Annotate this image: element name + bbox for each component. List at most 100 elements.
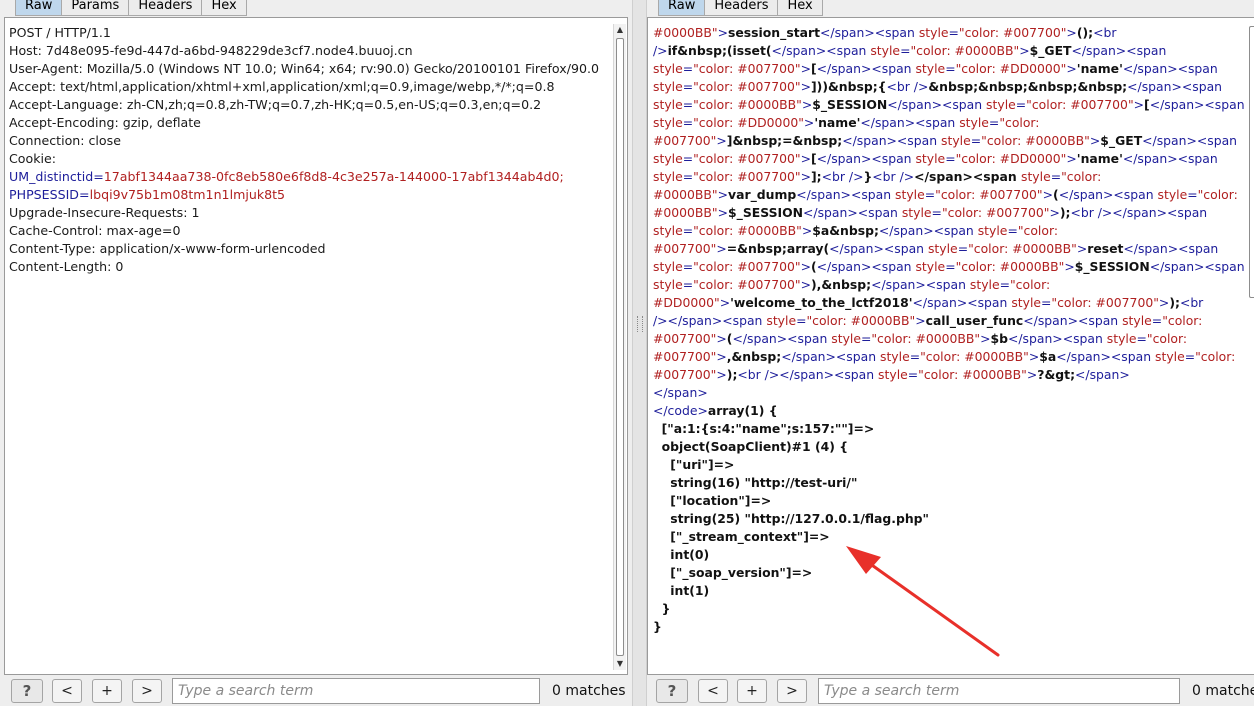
response-token: style bbox=[653, 259, 683, 274]
response-token: </span><span bbox=[820, 25, 919, 40]
scroll-down-icon[interactable]: ▼ bbox=[615, 659, 625, 669]
response-line: int(1) bbox=[653, 582, 1252, 600]
response-token: "color: #0000BB" bbox=[693, 223, 802, 238]
response-token: 'name' bbox=[814, 115, 861, 130]
response-token: style bbox=[879, 349, 910, 364]
response-line: #0000BB">var_dump</span><span style="col… bbox=[653, 186, 1252, 204]
response-token: $a bbox=[1039, 349, 1057, 364]
add-button[interactable]: + bbox=[92, 679, 122, 703]
response-token: "color: bbox=[1017, 223, 1058, 238]
scrollbar-thumb[interactable] bbox=[616, 38, 624, 656]
response-line: #007700">=&nbsp;array(</span><span style… bbox=[653, 240, 1252, 258]
response-token: style bbox=[959, 115, 989, 130]
response-line: style="color: #007700">),&nbsp;</span><s… bbox=[653, 276, 1252, 294]
response-line: style="color: #007700">]))&nbsp;{<br />&… bbox=[653, 78, 1252, 96]
request-pane: Raw Params Headers Hex POST / HTTP/1.1 Host:… bbox=[0, 0, 632, 706]
response-token: > bbox=[1049, 205, 1060, 220]
search-input[interactable] bbox=[172, 678, 540, 704]
request-scrollbar[interactable]: ▲ ▼ bbox=[613, 24, 626, 670]
tab-headers[interactable]: Headers bbox=[704, 0, 779, 16]
response-token: > bbox=[716, 133, 727, 148]
previous-match-button[interactable]: < bbox=[52, 679, 82, 703]
tab-params[interactable]: Params bbox=[61, 0, 130, 16]
response-token: 'name' bbox=[1076, 151, 1123, 166]
response-token: "color: bbox=[1061, 169, 1102, 184]
response-token: </span><span bbox=[1023, 313, 1123, 328]
pane-splitter[interactable] bbox=[632, 0, 647, 706]
cookie-name: UM_distinctid bbox=[9, 169, 94, 184]
response-token: var_dump bbox=[728, 187, 797, 202]
response-token: = bbox=[1041, 295, 1052, 310]
add-button[interactable]: + bbox=[737, 679, 767, 703]
response-token: </span><span bbox=[871, 277, 970, 292]
request-editor[interactable]: POST / HTTP/1.1 Host: 7d48e095-fe9d-447d-… bbox=[4, 17, 628, 675]
previous-match-button[interactable]: < bbox=[698, 679, 728, 703]
request-line: Content-Length: 0 bbox=[9, 259, 124, 274]
response-token: ,&nbsp; bbox=[726, 349, 782, 364]
response-token: "color: #007700" bbox=[1026, 97, 1134, 112]
help-button[interactable]: ? bbox=[11, 679, 43, 703]
response-token: "color: #0000BB" bbox=[910, 43, 1020, 58]
response-token: $_SESSION bbox=[812, 97, 888, 112]
response-token: ); bbox=[726, 367, 738, 382]
response-token: </span><span bbox=[816, 61, 916, 76]
tab-raw[interactable]: Raw bbox=[15, 0, 63, 16]
response-token: </span><span bbox=[1142, 133, 1238, 148]
response-token: "color: bbox=[1162, 313, 1203, 328]
response-token: if&nbsp;(isset( bbox=[667, 43, 772, 58]
request-line: Cookie: bbox=[9, 151, 56, 166]
response-line: #007700">);<br /></span><span style="col… bbox=[653, 366, 1252, 384]
response-token: style bbox=[1122, 313, 1152, 328]
scrollbar-thumb[interactable] bbox=[1249, 26, 1254, 298]
response-token: "color: #0000BB" bbox=[871, 331, 981, 346]
response-token: ?&gt; bbox=[1037, 367, 1076, 382]
response-token: ]&nbsp;=&nbsp; bbox=[726, 133, 843, 148]
search-input[interactable] bbox=[818, 678, 1180, 704]
next-match-button[interactable]: > bbox=[777, 679, 807, 703]
request-line: User-Agent: Mozilla/5.0 (Windows NT 10.0… bbox=[9, 61, 599, 76]
response-line: style="color: #DD0000">'name'</span><spa… bbox=[653, 114, 1252, 132]
response-token: </span><span bbox=[842, 133, 942, 148]
request-line: Host: 7d48e095-fe9d-447d-a6bd-948229de3c… bbox=[9, 43, 413, 58]
response-editor[interactable]: #0000BB">session_start</span><span style… bbox=[647, 17, 1254, 675]
help-button[interactable]: ? bbox=[656, 679, 688, 703]
response-token: > bbox=[800, 151, 811, 166]
response-token: </span><span bbox=[878, 223, 978, 238]
response-token: > bbox=[1028, 349, 1040, 364]
scroll-up-icon[interactable]: ▲ bbox=[615, 25, 625, 35]
response-token: > bbox=[716, 367, 727, 382]
next-match-button[interactable]: > bbox=[132, 679, 162, 703]
splitter-grip-icon bbox=[637, 316, 643, 332]
response-token: $_SESSION bbox=[1074, 259, 1150, 274]
response-scrollbar[interactable] bbox=[1249, 18, 1254, 674]
response-token: </span><span bbox=[796, 187, 896, 202]
response-token: style bbox=[918, 25, 949, 40]
response-token: &nbsp;&nbsp;&nbsp;&nbsp; bbox=[928, 79, 1128, 94]
tab-hex[interactable]: Hex bbox=[777, 0, 823, 16]
response-token: style bbox=[766, 313, 797, 328]
response-line: </span> bbox=[653, 384, 1252, 402]
response-token: > bbox=[801, 223, 813, 238]
response-token: = bbox=[909, 349, 921, 364]
response-search-toolbar: ? < + > 0 matche bbox=[647, 676, 1254, 706]
response-token: style bbox=[927, 241, 958, 256]
response-token: <br /></span><span bbox=[737, 367, 879, 382]
tab-headers[interactable]: Headers bbox=[128, 0, 203, 16]
response-token: "color: #007700" bbox=[958, 25, 1067, 40]
response-token: style bbox=[653, 97, 683, 112]
response-token: = bbox=[1050, 169, 1062, 184]
response-token: "color: bbox=[1197, 187, 1238, 202]
request-line: POST / HTTP/1.1 bbox=[9, 25, 111, 40]
response-token: > bbox=[1066, 61, 1077, 76]
response-line: />if&nbsp;(isset(</span><span style="col… bbox=[653, 42, 1252, 60]
tab-hex[interactable]: Hex bbox=[201, 0, 247, 16]
response-token: </span> bbox=[1075, 367, 1130, 382]
response-token: (); bbox=[1076, 25, 1094, 40]
response-token: > bbox=[1064, 259, 1075, 274]
response-token: = bbox=[945, 259, 956, 274]
response-token: "color: #007700" bbox=[941, 205, 1050, 220]
response-token: </span><span bbox=[1149, 97, 1245, 112]
tab-raw[interactable]: Raw bbox=[658, 0, 706, 16]
response-token: ["_soap_version"]=> bbox=[653, 565, 813, 580]
response-token: > bbox=[1042, 187, 1054, 202]
